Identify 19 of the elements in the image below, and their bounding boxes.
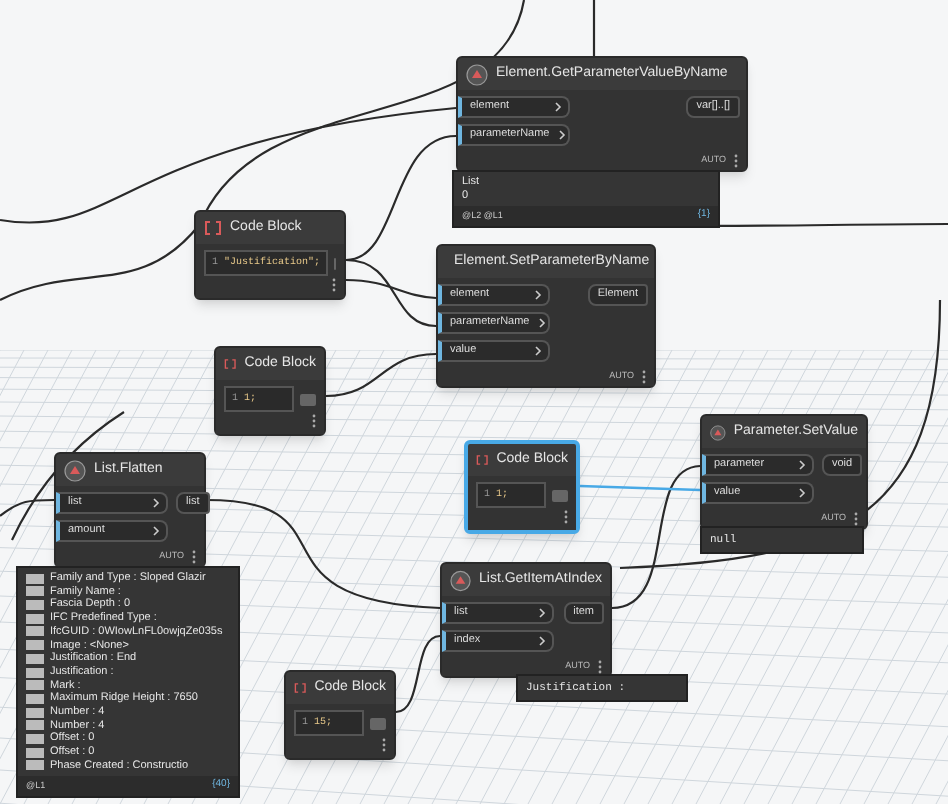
chevron-icon [554, 102, 562, 112]
chevron-icon [798, 488, 806, 498]
node-icon [466, 63, 488, 85]
node-icon [64, 459, 86, 481]
chevron-icon [152, 498, 160, 508]
brackets-icon [224, 356, 237, 372]
chevron-icon [798, 460, 806, 470]
brackets-icon [476, 452, 489, 468]
chevron-icon [538, 636, 546, 646]
chevron-icon [537, 318, 546, 328]
brackets-icon [294, 680, 307, 696]
chevron-icon [538, 608, 546, 618]
chevron-icon [557, 130, 566, 140]
chevron-icon [152, 526, 160, 536]
brackets-icon [204, 220, 222, 236]
chevron-icon [534, 290, 542, 300]
chevron-icon [534, 346, 542, 356]
node-icon [450, 569, 472, 591]
node-icon [710, 421, 726, 443]
